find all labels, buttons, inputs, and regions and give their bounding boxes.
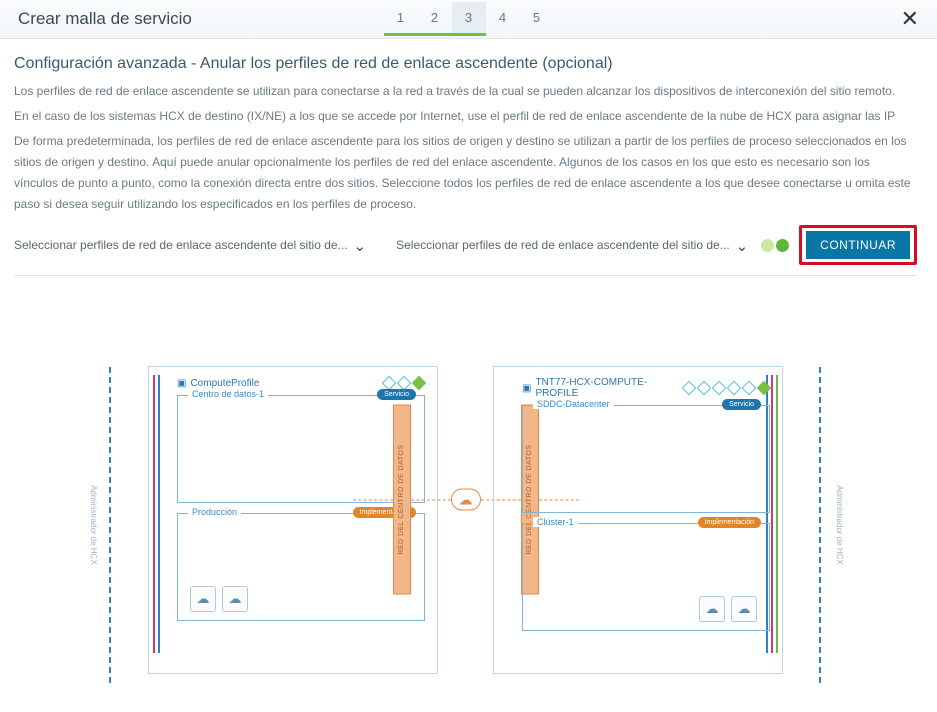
close-icon[interactable]: ✕ [901, 6, 919, 32]
hex-icon-green [757, 381, 771, 395]
vrail-magenta [153, 375, 155, 653]
left-profile-service-icons [383, 377, 425, 389]
implementacion-tag: Implementación [698, 517, 761, 528]
description-line-1: Los perfiles de red de enlace ascendente… [14, 81, 917, 102]
right-cluster-box: Clúster-1 Implementación ☁ ☁ [522, 523, 770, 631]
dest-uplink-label: Seleccionar perfiles de red de enlace as… [396, 238, 730, 252]
source-uplink-selector[interactable]: Seleccionar perfiles de red de enlace as… [14, 235, 366, 255]
selector-group: Seleccionar perfiles de red de enlace as… [14, 235, 748, 255]
dash-line [411, 499, 451, 500]
right-rail-label: Administrador de HCX [835, 485, 844, 565]
right-datacenter-box: SDDC-Datacenter Servicio [522, 405, 770, 513]
left-hcx-admin-rail: Administrador de HCX [109, 367, 112, 683]
servicio-tag: Servicio [722, 399, 761, 410]
right-datacenter-label: SDDC-Datacenter [533, 399, 614, 409]
right-appliance-icons: ☁ ☁ [699, 596, 757, 622]
hex-icon [697, 381, 711, 395]
controls-row: Seleccionar perfiles de red de enlace as… [14, 219, 917, 276]
vrail-blue [158, 375, 160, 653]
vrail-magenta [771, 375, 773, 653]
right-profile-header: ▣ TNT77-HCX-COMPUTE-PROFILE [522, 377, 770, 399]
source-uplink-label: Seleccionar perfiles de red de enlace as… [14, 238, 348, 252]
status-dot-lightgreen [761, 239, 774, 252]
right-compute-profile: Administrador de HCX ▣ TNT77-HCX-COMPUTE… [493, 366, 783, 674]
vrail-green [776, 375, 778, 653]
left-profile-name: ▣ ComputeProfile [177, 378, 259, 389]
wizard-header: Crear malla de servicio 1 2 3 4 5 ✕ [0, 0, 937, 39]
wizard-step-5[interactable]: 5 [520, 2, 554, 36]
section-subtitle: Configuración avanzada - Anular los perf… [14, 55, 917, 73]
folder-icon: ▣ [522, 383, 531, 394]
chevron-down-icon: ⌄ [736, 235, 749, 255]
left-profile-header: ▣ ComputeProfile [177, 377, 425, 389]
left-rail-label: Administrador de HCX [89, 485, 98, 565]
dest-uplink-selector[interactable]: Seleccionar perfiles de red de enlace as… [396, 235, 748, 255]
right-actions: CONTINUAR [761, 225, 917, 265]
appliance-icon: ☁ [190, 586, 216, 612]
left-datacenter-label: Centro de datos-1 [188, 389, 268, 399]
wizard-steps: 1 2 3 4 5 [384, 2, 554, 36]
datacenter-bar-left: RED DEL CENTRO DE DATOS [393, 405, 411, 595]
wizard-step-2[interactable]: 2 [418, 2, 452, 36]
chevron-down-icon: ⌄ [354, 235, 367, 255]
right-hcx-admin-rail: Administrador de HCX [819, 367, 822, 683]
right-profile-service-icons [683, 382, 770, 394]
description-line-3: De forma predeterminada, los perfiles de… [14, 131, 917, 215]
wizard-step-1[interactable]: 1 [384, 2, 418, 36]
wizard-step-3[interactable]: 3 [452, 2, 486, 36]
hex-icon [727, 381, 741, 395]
continue-highlight: CONTINUAR [799, 225, 917, 265]
right-profile-name: ▣ TNT77-HCX-COMPUTE-PROFILE [522, 377, 683, 399]
cloud-icon: ☁ [451, 489, 481, 511]
content-area: Configuración avanzada - Anular los perf… [0, 39, 937, 712]
wizard-title: Crear malla de servicio [18, 9, 192, 29]
left-appliance-icons: ☁ ☁ [190, 586, 248, 612]
appliance-icon: ☁ [222, 586, 248, 612]
right-cluster-label: Clúster-1 [533, 517, 578, 527]
left-cluster-label: Producción [188, 507, 241, 517]
continue-button[interactable]: CONTINUAR [806, 231, 910, 259]
dash-left-1 [353, 499, 393, 500]
hex-icon [742, 381, 756, 395]
wizard-step-4[interactable]: 4 [486, 2, 520, 36]
appliance-icon: ☁ [731, 596, 757, 622]
topology-diagram: Administrador de HCX ▣ ComputeProfile Ce… [14, 276, 917, 704]
folder-icon: ▣ [177, 378, 186, 389]
hex-icon [712, 381, 726, 395]
servicio-tag: Servicio [377, 389, 416, 400]
appliance-icon: ☁ [699, 596, 725, 622]
hex-icon [682, 381, 696, 395]
description-line-2: En el caso de los sistemas HCX de destin… [14, 106, 917, 127]
status-dots [761, 239, 789, 252]
status-dot-green [776, 239, 789, 252]
hex-icon-green [412, 376, 426, 390]
